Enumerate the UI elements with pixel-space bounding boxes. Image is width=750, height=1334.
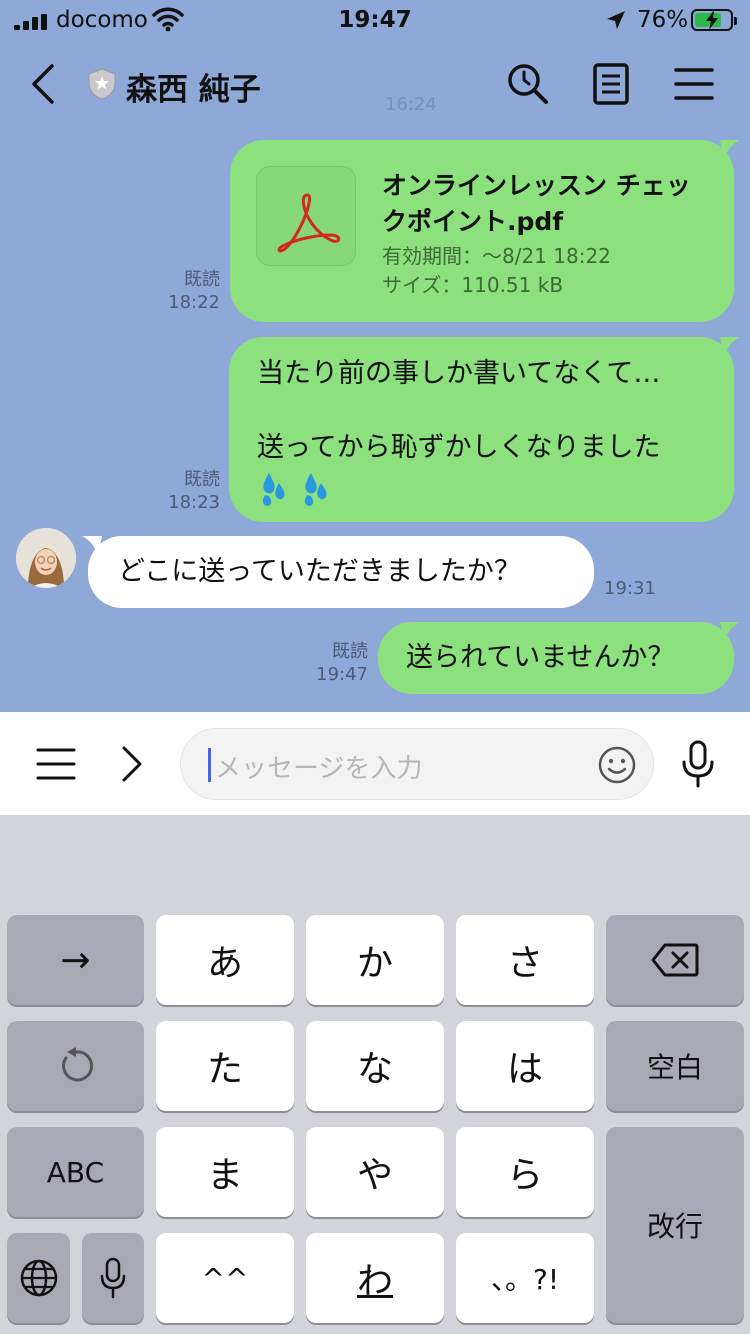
file-expiry: 有効期間：〜8/21 18:22 xyxy=(382,244,611,268)
location-arrow-icon xyxy=(607,11,625,29)
message-status: 既読 18:23 xyxy=(150,468,220,514)
backspace-icon xyxy=(651,943,699,977)
faded-timestamp: 16:24 xyxy=(385,94,437,115)
key-sa[interactable]: さ xyxy=(456,915,594,1005)
battery-icon xyxy=(691,9,737,31)
bubble-tail xyxy=(720,140,740,160)
key-a[interactable]: あ xyxy=(156,915,294,1005)
key-wa[interactable]: わ xyxy=(306,1233,444,1323)
globe-icon xyxy=(20,1259,57,1297)
key-ya[interactable]: や xyxy=(306,1127,444,1217)
text-caret xyxy=(208,748,211,782)
text-message-bubble[interactable]: 当たり前の事しか書いてなくて… 送ってから恥ずかしくなりました xyxy=(229,337,740,522)
read-receipt: 既読 xyxy=(332,641,368,662)
input-placeholder: メッセージを入力 xyxy=(215,754,423,784)
file-message-bubble[interactable]: オンラインレッスン チェックポイント.pdf 有効期間：〜8/21 18:22 … xyxy=(230,140,740,322)
pdf-file-icon xyxy=(256,166,356,266)
message-time: 19:31 xyxy=(604,578,656,599)
microphone-icon xyxy=(100,1257,126,1299)
emoji-icon[interactable] xyxy=(597,745,637,785)
menu-icon[interactable] xyxy=(672,62,716,106)
key-undo[interactable] xyxy=(7,1021,144,1111)
chat-title: 森西 純子 xyxy=(126,72,261,108)
back-button[interactable] xyxy=(26,62,62,106)
message-input[interactable]: メッセージを入力 xyxy=(180,728,654,800)
key-ma[interactable]: ま xyxy=(156,1127,294,1217)
file-size: サイズ：110.51 kB xyxy=(382,273,564,297)
chevron-right-icon[interactable] xyxy=(118,744,146,784)
key-return[interactable]: 改行 xyxy=(606,1127,744,1323)
message-input-bar: メッセージを入力 xyxy=(0,712,750,815)
bubble-tail xyxy=(82,536,102,556)
message-status: 既読 18:22 xyxy=(150,268,220,314)
key-punctuation[interactable]: 、。?! xyxy=(456,1233,594,1323)
sweat-droplets-emoji xyxy=(262,473,327,506)
contact-avatar[interactable] xyxy=(16,528,76,588)
read-receipt: 既読 xyxy=(184,269,220,290)
read-receipt: 既読 xyxy=(184,469,220,490)
message-status: 既読 19:47 xyxy=(300,640,368,686)
message-text: 送られていませんか？ xyxy=(406,642,675,673)
chat-header: 森西 純子 16:24 xyxy=(0,42,750,132)
text-message-bubble[interactable]: 送られていませんか？ xyxy=(378,622,740,694)
message-text: どこに送っていただきましたか？ xyxy=(118,556,521,587)
charging-bolt-icon xyxy=(706,10,718,30)
microphone-icon[interactable] xyxy=(680,740,716,788)
message-time: 18:22 xyxy=(168,292,220,313)
key-space[interactable]: 空白 xyxy=(606,1021,744,1111)
message-time: 18:23 xyxy=(168,492,220,513)
file-name: オンラインレッスン チェックポイント.pdf xyxy=(382,171,691,236)
message-text-line: 送ってから恥ずかしくなりました xyxy=(257,432,661,463)
incoming-message-bubble[interactable]: どこに送っていただきましたか？ xyxy=(82,536,594,608)
undo-icon xyxy=(61,1047,93,1082)
key-ka[interactable]: か xyxy=(306,915,444,1005)
key-emoticon[interactable]: ^^ xyxy=(156,1233,294,1323)
menu-icon[interactable] xyxy=(36,746,76,782)
bubble-tail xyxy=(720,337,740,357)
notes-icon[interactable] xyxy=(589,62,633,106)
japanese-keyboard: → あ か さ た な は 空白 ABC ま や ら 改行 ^^ わ 、。?! xyxy=(0,815,750,1334)
battery-percent: 76% xyxy=(637,7,689,33)
key-ha[interactable]: は xyxy=(456,1021,594,1111)
key-na[interactable]: な xyxy=(306,1021,444,1111)
key-abc[interactable]: ABC xyxy=(7,1127,144,1217)
message-text-line: 当たり前の事しか書いてなくて… xyxy=(257,358,661,389)
message-time: 19:47 xyxy=(316,664,368,685)
shield-star-icon xyxy=(88,68,116,100)
search-icon[interactable] xyxy=(506,62,550,106)
bubble-tail xyxy=(720,622,740,642)
key-dictation[interactable] xyxy=(82,1233,144,1323)
key-ta[interactable]: た xyxy=(156,1021,294,1111)
key-delete[interactable] xyxy=(606,915,744,1005)
key-globe[interactable] xyxy=(7,1233,70,1323)
key-ra[interactable]: ら xyxy=(456,1127,594,1217)
status-bar: docomo 19:47 76% xyxy=(0,0,750,42)
key-next-arrow[interactable]: → xyxy=(7,915,144,1005)
